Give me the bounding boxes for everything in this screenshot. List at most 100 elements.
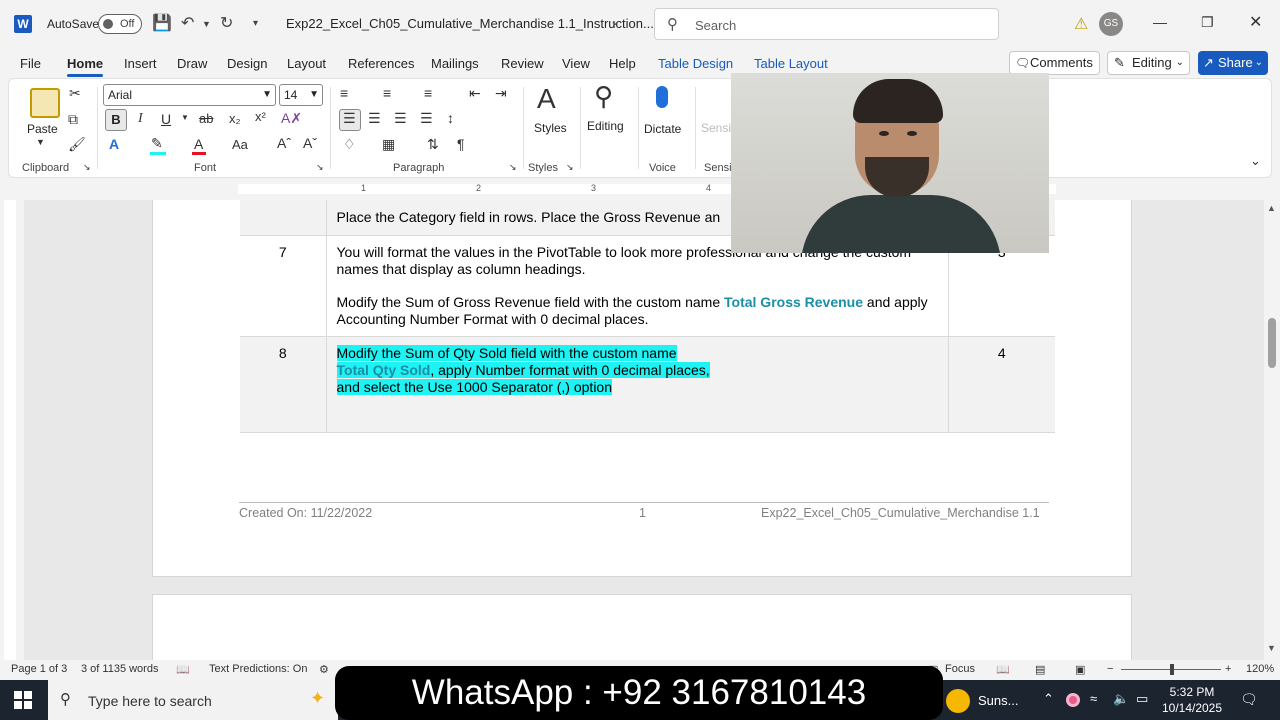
word-count[interactable]: 3 of 1135 words	[81, 663, 158, 675]
close-icon[interactable]: ✕	[1249, 12, 1262, 32]
align-right-icon[interactable]: ☰	[394, 110, 407, 127]
page-count[interactable]: Page 1 of 3	[11, 663, 67, 675]
weather-text[interactable]: Suns...	[978, 693, 1018, 708]
dialog-launcher-icon[interactable]: ↘	[509, 162, 517, 173]
weather-icon[interactable]	[946, 689, 970, 713]
numbering-icon[interactable]: ≡	[383, 85, 391, 101]
editing-button[interactable]: Editing	[587, 119, 624, 133]
document-page[interactable]	[152, 594, 1132, 660]
tab-table-design[interactable]: Table Design	[658, 56, 733, 71]
collapse-ribbon-icon[interactable]: ⌄	[1250, 153, 1261, 169]
tab-draw[interactable]: Draw	[177, 56, 207, 71]
sort-icon[interactable]: ⇅	[427, 136, 439, 153]
tab-review[interactable]: Review	[501, 56, 544, 71]
step-text[interactable]: Modify the Sum of Qty Sold field with th…	[326, 336, 949, 433]
restore-icon[interactable]: ❐	[1201, 14, 1214, 31]
highlight-icon[interactable]: ✎	[151, 135, 163, 152]
underline-button[interactable]: U	[161, 111, 171, 127]
find-icon[interactable]: ⚲	[594, 81, 613, 112]
clipboard-icon[interactable]	[30, 88, 60, 118]
proofing-icon[interactable]: 📖	[176, 663, 190, 676]
document-area[interactable]: Place the Category field in rows. Place …	[24, 200, 1264, 660]
styles-button[interactable]: Styles	[534, 121, 567, 135]
format-painter-icon[interactable]: 🖌	[68, 136, 86, 153]
font-size-select[interactable]: 14 ▼	[279, 84, 323, 106]
read-mode-icon[interactable]: 📖	[996, 663, 1010, 676]
dialog-launcher-icon[interactable]: ↘	[316, 162, 324, 173]
tab-layout[interactable]: Layout	[287, 56, 326, 71]
scroll-down-icon[interactable]: ▼	[1267, 643, 1276, 653]
multilevel-list-icon[interactable]: ≡	[424, 85, 432, 101]
styles-icon[interactable]: A	[537, 83, 556, 115]
comments-button[interactable]: 🗨 Comments	[1009, 51, 1100, 75]
show-marks-icon[interactable]: ¶	[457, 136, 465, 152]
share-button[interactable]: ↗ Share ⌄	[1198, 51, 1268, 75]
tab-mailings[interactable]: Mailings	[431, 56, 479, 71]
clear-formatting-icon[interactable]: A✗	[281, 110, 302, 127]
tab-table-layout[interactable]: Table Layout	[754, 56, 828, 71]
center-icon[interactable]: ☰	[368, 110, 381, 127]
subscript-icon[interactable]: x₂	[229, 111, 241, 126]
wifi-icon[interactable]: ≈	[1090, 691, 1097, 706]
tab-references[interactable]: References	[348, 56, 414, 71]
text-predictions[interactable]: Text Predictions: On	[209, 663, 307, 675]
focus-button[interactable]: Focus	[945, 663, 975, 675]
undo-icon[interactable]: ↶	[181, 13, 194, 33]
dialog-launcher-icon[interactable]: ↘	[83, 162, 91, 173]
tray-chevron-icon[interactable]: ⌃	[1043, 691, 1054, 707]
change-case-icon[interactable]: Aa	[232, 137, 248, 152]
search-box[interactable]: ⚲ Search	[654, 8, 999, 40]
minimize-icon[interactable]: —	[1153, 14, 1167, 30]
volume-icon[interactable]: 🔈	[1113, 691, 1129, 707]
autosave-toggle[interactable]: Off	[98, 14, 142, 34]
avatar[interactable]: GS	[1099, 12, 1123, 36]
warning-icon[interactable]: ⚠	[1074, 14, 1088, 34]
taskbar-search[interactable]: ⚲ Type here to search ✦	[48, 680, 338, 720]
grow-font-icon[interactable]: Aˆ	[277, 135, 291, 151]
increase-indent-icon[interactable]: ⇥	[495, 85, 507, 102]
chevron-down-icon[interactable]: ⌄	[610, 14, 620, 28]
zoom-slider-thumb[interactable]	[1170, 664, 1174, 675]
vertical-scrollbar[interactable]: ▲ ▼	[1264, 200, 1280, 660]
taskbar-clock[interactable]: 5:32 PM 10/14/2025	[1156, 684, 1228, 716]
zoom-out-icon[interactable]: −	[1107, 663, 1113, 675]
notification-icon[interactable]: 🗨	[1240, 691, 1258, 708]
windows-start-icon[interactable]	[14, 691, 32, 709]
chevron-down-icon[interactable]: ▼	[36, 137, 45, 147]
chevron-down-icon[interactable]: ▼	[181, 113, 189, 122]
tab-home[interactable]: Home	[67, 56, 104, 77]
zoom-level[interactable]: 120%	[1246, 663, 1274, 675]
editing-mode-button[interactable]: ✎ Editing ⌄	[1107, 51, 1190, 75]
print-layout-icon[interactable]: ▤	[1035, 663, 1045, 676]
save-icon[interactable]: 💾	[152, 13, 172, 33]
italic-button[interactable]: I	[138, 111, 143, 127]
redo-icon[interactable]: ↻	[220, 13, 233, 33]
bold-button[interactable]: B	[105, 109, 127, 131]
battery-icon[interactable]: ▭	[1136, 691, 1148, 707]
tab-file[interactable]: File	[20, 56, 41, 71]
customize-toolbar-icon[interactable]: ▾	[253, 18, 258, 29]
dictate-button[interactable]: Dictate	[644, 122, 681, 136]
zoom-in-icon[interactable]: +	[1225, 663, 1231, 675]
cut-icon[interactable]: ✂	[69, 85, 81, 102]
recording-icon[interactable]	[1066, 693, 1080, 707]
paste-button[interactable]: Paste	[27, 122, 58, 136]
tab-design[interactable]: Design	[227, 56, 267, 71]
bullets-icon[interactable]: ≡	[340, 85, 348, 101]
dialog-launcher-icon[interactable]: ↘	[566, 162, 574, 173]
tab-help[interactable]: Help	[609, 56, 636, 71]
shading-icon[interactable]: ♢	[343, 136, 356, 153]
strikethrough-button[interactable]: ab	[199, 111, 213, 126]
copy-icon[interactable]: ⧉	[68, 111, 78, 128]
accessibility-icon[interactable]: ⚙	[319, 663, 329, 676]
microphone-icon[interactable]	[656, 86, 668, 108]
document-page[interactable]: Place the Category field in rows. Place …	[152, 200, 1132, 577]
scroll-up-icon[interactable]: ▲	[1267, 203, 1276, 213]
decrease-indent-icon[interactable]: ⇤	[469, 85, 481, 102]
tab-insert[interactable]: Insert	[124, 56, 157, 71]
superscript-icon[interactable]: x²	[255, 109, 266, 124]
scroll-thumb[interactable]	[1268, 318, 1276, 368]
line-spacing-icon[interactable]: ↕	[447, 110, 454, 126]
sensitivity-button[interactable]: Sensi	[701, 121, 731, 135]
font-name-select[interactable]: Arial ▼	[103, 84, 276, 106]
